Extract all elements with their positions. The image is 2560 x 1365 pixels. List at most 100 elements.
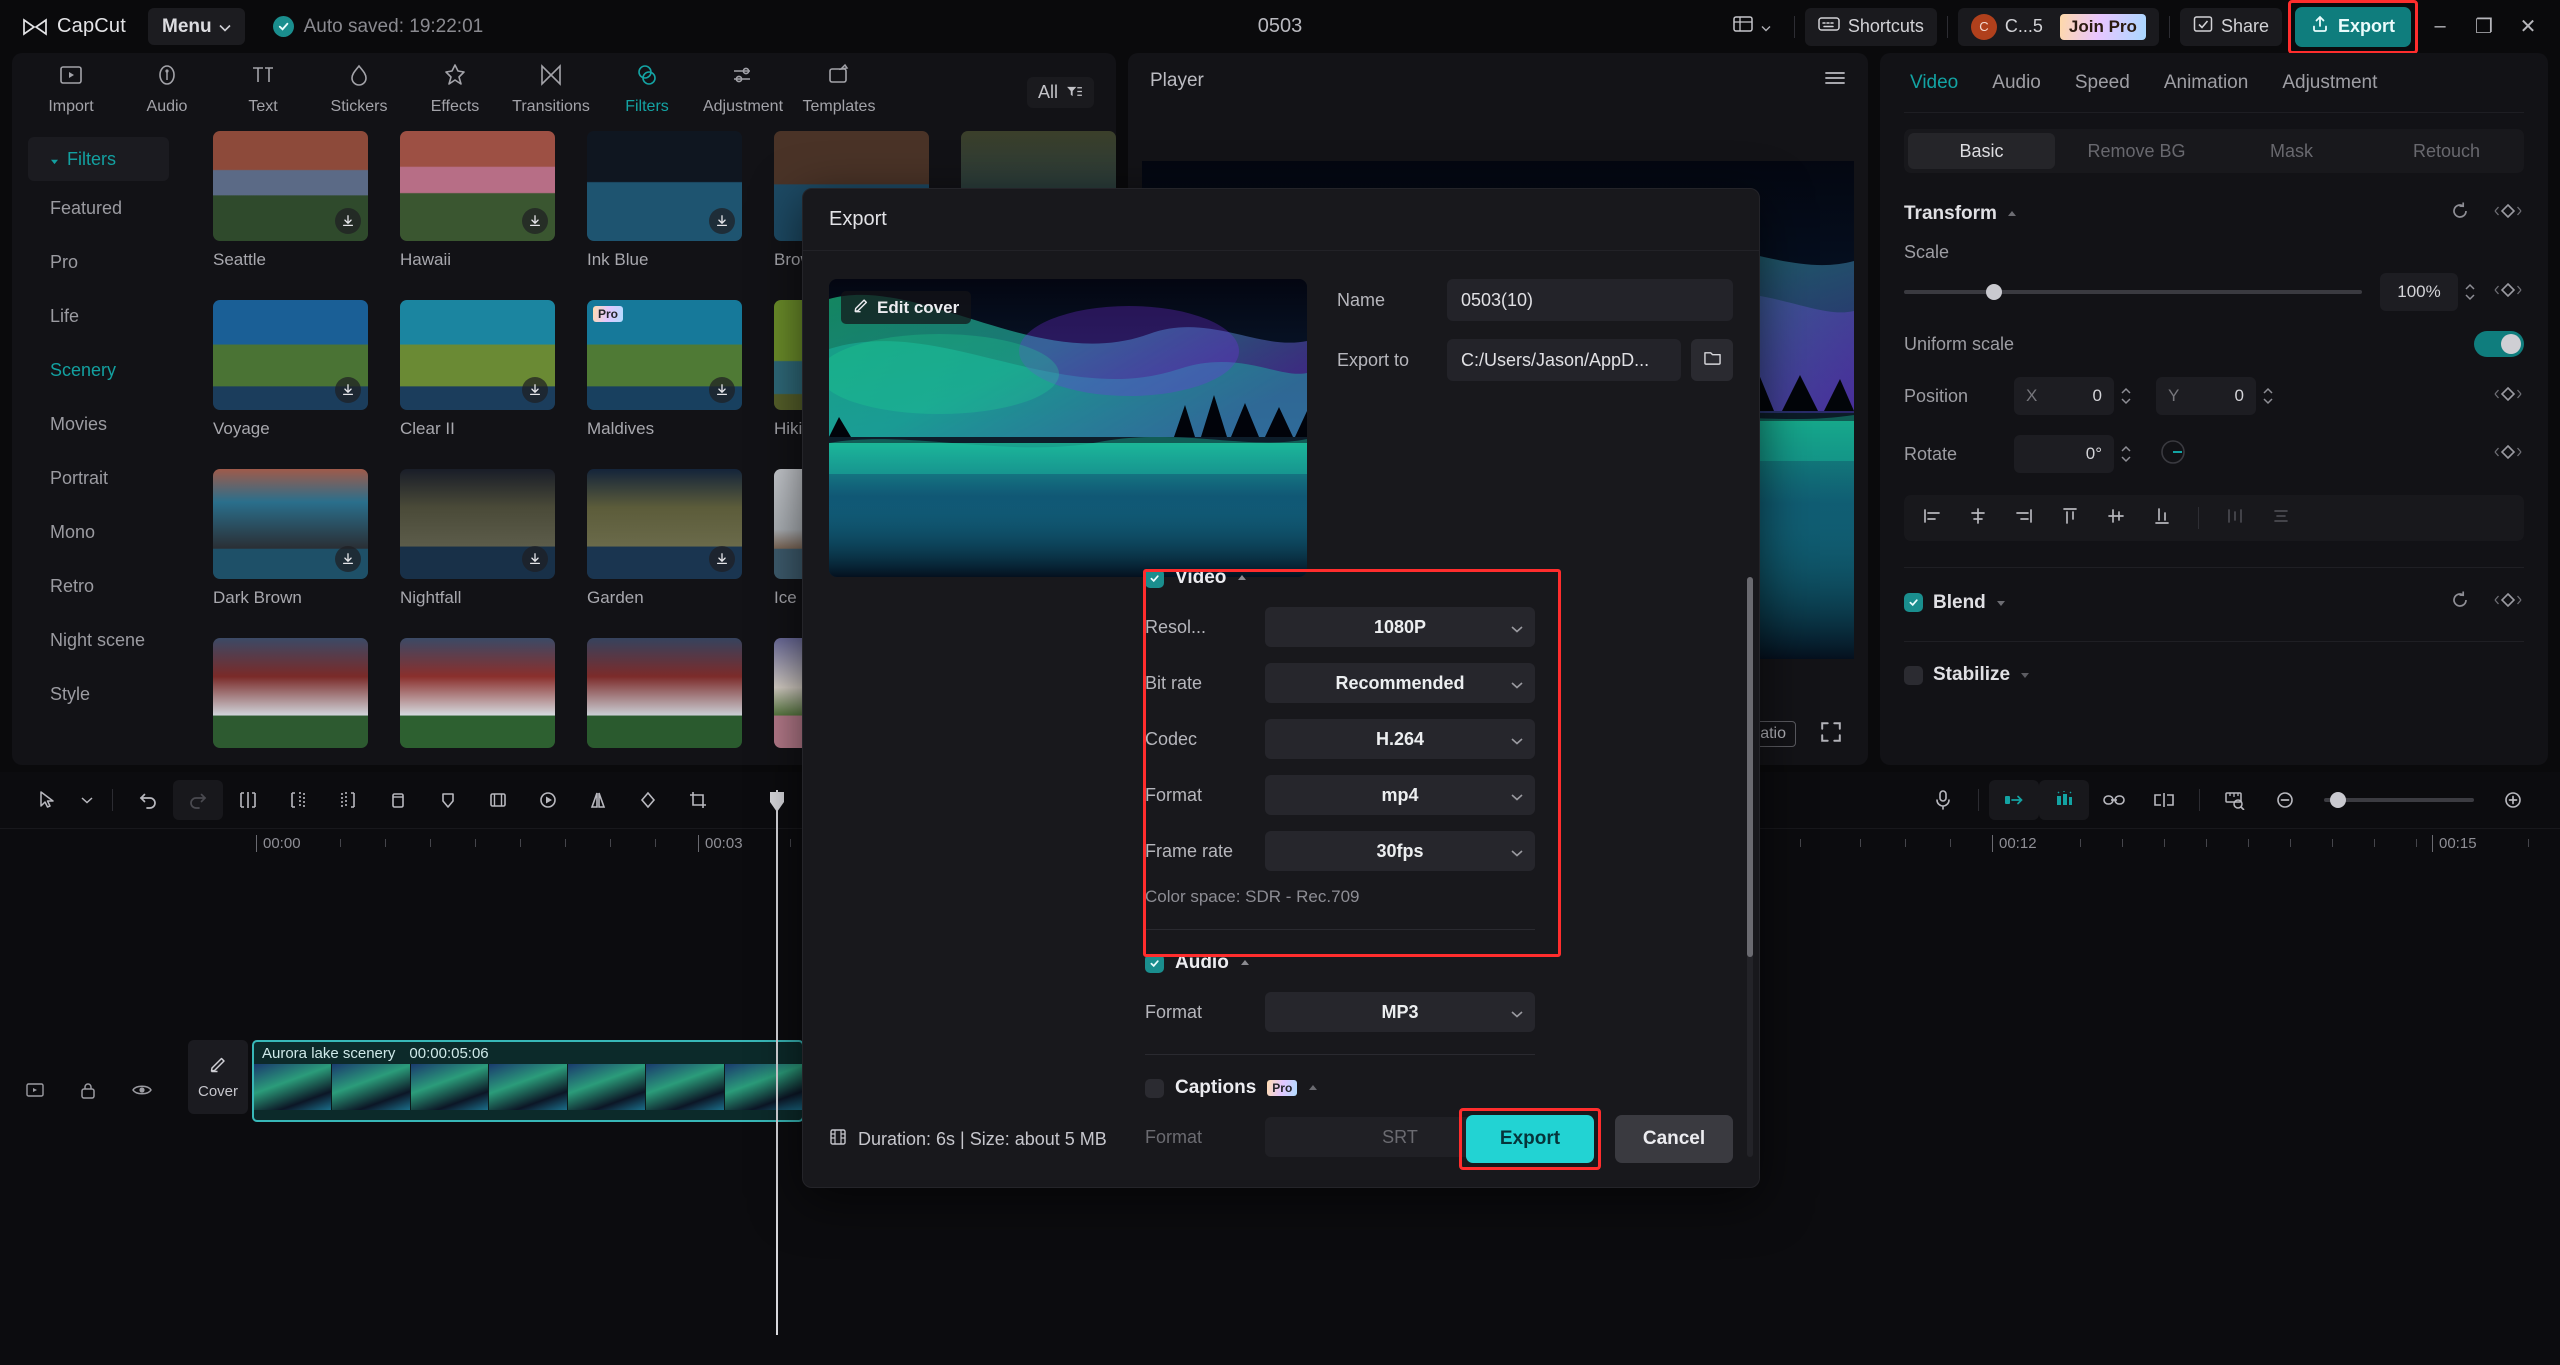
subtab-mask[interactable]: Mask xyxy=(2214,141,2369,162)
sidebar-item-transitions[interactable]: Transitions xyxy=(506,53,596,116)
detach-icon[interactable] xyxy=(2139,780,2189,820)
filter-card[interactable]: Dark Brown xyxy=(213,469,368,608)
filter-card[interactable]: Pro Maldives xyxy=(587,300,742,439)
playhead-handle[interactable] xyxy=(768,790,786,814)
align-center-horizontal-icon[interactable] xyxy=(1968,506,1988,531)
expand-triangle-icon[interactable] xyxy=(2020,666,2030,684)
cancel-button[interactable]: Cancel xyxy=(1615,1115,1733,1163)
undo-icon[interactable] xyxy=(123,780,173,820)
microphone-icon[interactable] xyxy=(1918,780,1968,820)
download-icon[interactable] xyxy=(522,546,548,572)
tab-audio[interactable]: Audio xyxy=(1992,72,2041,94)
zoom-out-icon[interactable] xyxy=(2260,780,2310,820)
position-x-field[interactable]: X 0 xyxy=(2014,377,2114,415)
filter-card[interactable]: Clear II xyxy=(400,300,555,439)
resolution-select[interactable]: 1080P xyxy=(1265,607,1535,647)
audio-format-select[interactable]: MP3 xyxy=(1265,992,1535,1032)
track-preview-icon[interactable] xyxy=(26,1082,44,1105)
download-icon[interactable] xyxy=(709,377,735,403)
category-item-mono[interactable]: Mono xyxy=(12,505,185,559)
audio-checkbox[interactable] xyxy=(1145,953,1164,973)
ruler-icon[interactable] xyxy=(2210,780,2260,820)
slider-knob[interactable] xyxy=(1986,284,2003,300)
uniform-scale-toggle[interactable] xyxy=(2474,331,2524,357)
video-checkbox[interactable] xyxy=(1145,568,1164,588)
align-bottom-icon[interactable] xyxy=(2152,506,2172,531)
keyframe-diamond-icon[interactable] xyxy=(2492,385,2524,408)
zoom-in-icon[interactable] xyxy=(2488,780,2538,820)
align-right-icon[interactable] xyxy=(2014,506,2034,531)
sidebar-item-import[interactable]: Import xyxy=(26,53,116,116)
align-left-icon[interactable] xyxy=(1922,506,1942,531)
timeline-clip[interactable]: Aurora lake scenery 00:00:05:06 xyxy=(252,1040,804,1122)
filter-card[interactable]: Garden xyxy=(587,469,742,608)
position-x-stepper[interactable] xyxy=(2120,387,2132,405)
collapse-triangle-icon[interactable] xyxy=(1240,954,1250,972)
distribute-vertical-icon[interactable] xyxy=(2271,506,2291,531)
filter-card[interactable] xyxy=(587,638,742,748)
maximize-restore-button[interactable]: ❐ xyxy=(2462,5,2506,49)
category-item-night-scene[interactable]: Night scene xyxy=(12,613,185,667)
filter-card[interactable]: Nightfall xyxy=(400,469,555,608)
filter-card[interactable]: Hawaii xyxy=(400,131,555,270)
category-item-portrait[interactable]: Portrait xyxy=(12,451,185,505)
video-format-select[interactable]: mp4 xyxy=(1265,775,1535,815)
download-icon[interactable] xyxy=(335,546,361,572)
trim-right-icon[interactable] xyxy=(323,780,373,820)
fullscreen-icon[interactable] xyxy=(1820,721,1842,748)
redo-icon[interactable] xyxy=(173,780,223,820)
rotate-dial-icon[interactable] xyxy=(2158,437,2188,472)
split-icon[interactable] xyxy=(223,780,273,820)
sidebar-item-text[interactable]: Text xyxy=(218,53,308,116)
category-item-retro[interactable]: Retro xyxy=(12,559,185,613)
reverse-icon[interactable] xyxy=(523,780,573,820)
stabilize-checkbox[interactable] xyxy=(1904,665,1923,685)
subtab-retouch[interactable]: Retouch xyxy=(2369,141,2524,162)
rotate-field[interactable]: 0° xyxy=(2014,435,2114,473)
link-icon[interactable] xyxy=(2089,780,2139,820)
download-icon[interactable] xyxy=(335,377,361,403)
scale-slider[interactable] xyxy=(1904,284,2362,300)
export-path-input[interactable]: C:/Users/Jason/AppD... xyxy=(1447,339,1681,381)
tab-adjustment[interactable]: Adjustment xyxy=(2282,72,2377,94)
filter-card[interactable] xyxy=(213,638,368,748)
share-button[interactable]: Share xyxy=(2179,7,2282,46)
framerate-select[interactable]: 30fps xyxy=(1265,831,1535,871)
blend-checkbox[interactable] xyxy=(1904,593,1923,612)
playhead-line[interactable] xyxy=(776,790,778,1335)
slider-knob[interactable] xyxy=(2330,792,2346,808)
codec-select[interactable]: H.264 xyxy=(1265,719,1535,759)
settings-scrollbar-thumb[interactable] xyxy=(1747,577,1753,957)
layout-button[interactable] xyxy=(1720,8,1784,46)
cover-preview[interactable]: Edit cover xyxy=(829,279,1307,577)
cover-button[interactable]: Cover xyxy=(188,1040,248,1114)
collapse-triangle-icon[interactable] xyxy=(1237,569,1247,587)
auto-cut-icon[interactable] xyxy=(1989,780,2039,820)
account-button[interactable]: C C...5 Join Pro xyxy=(1957,7,2159,46)
menu-button[interactable]: Menu xyxy=(148,8,245,45)
subtab-basic[interactable]: Basic xyxy=(1908,133,2055,169)
category-item-scenery[interactable]: Scenery xyxy=(12,343,185,397)
export-confirm-button[interactable]: Export xyxy=(1466,1115,1594,1163)
timeline-zoom-slider[interactable] xyxy=(2324,792,2474,808)
chevron-down-icon[interactable] xyxy=(72,780,102,820)
reset-icon[interactable] xyxy=(2450,201,2470,226)
position-y-stepper[interactable] xyxy=(2262,387,2274,405)
category-group-header[interactable]: Filters xyxy=(28,137,169,181)
rotate-stepper[interactable] xyxy=(2120,445,2132,463)
category-item-life[interactable]: Life xyxy=(12,289,185,343)
filter-sort-button[interactable]: All xyxy=(1026,77,1094,108)
keyframe-diamond-icon[interactable] xyxy=(2492,443,2524,466)
download-icon[interactable] xyxy=(709,546,735,572)
download-icon[interactable] xyxy=(522,208,548,234)
keyframe-diamond-icon[interactable] xyxy=(2492,591,2524,614)
eye-icon[interactable] xyxy=(132,1082,152,1105)
category-item-featured[interactable]: Featured xyxy=(12,181,185,235)
browse-folder-button[interactable] xyxy=(1691,339,1733,381)
mirror-icon[interactable] xyxy=(573,780,623,820)
minimize-button[interactable]: – xyxy=(2418,5,2462,49)
sidebar-item-effects[interactable]: Effects xyxy=(410,53,500,116)
sidebar-item-adjustment[interactable]: Adjustment xyxy=(698,53,788,116)
lock-icon[interactable] xyxy=(80,1082,96,1105)
category-item-pro[interactable]: Pro xyxy=(12,235,185,289)
